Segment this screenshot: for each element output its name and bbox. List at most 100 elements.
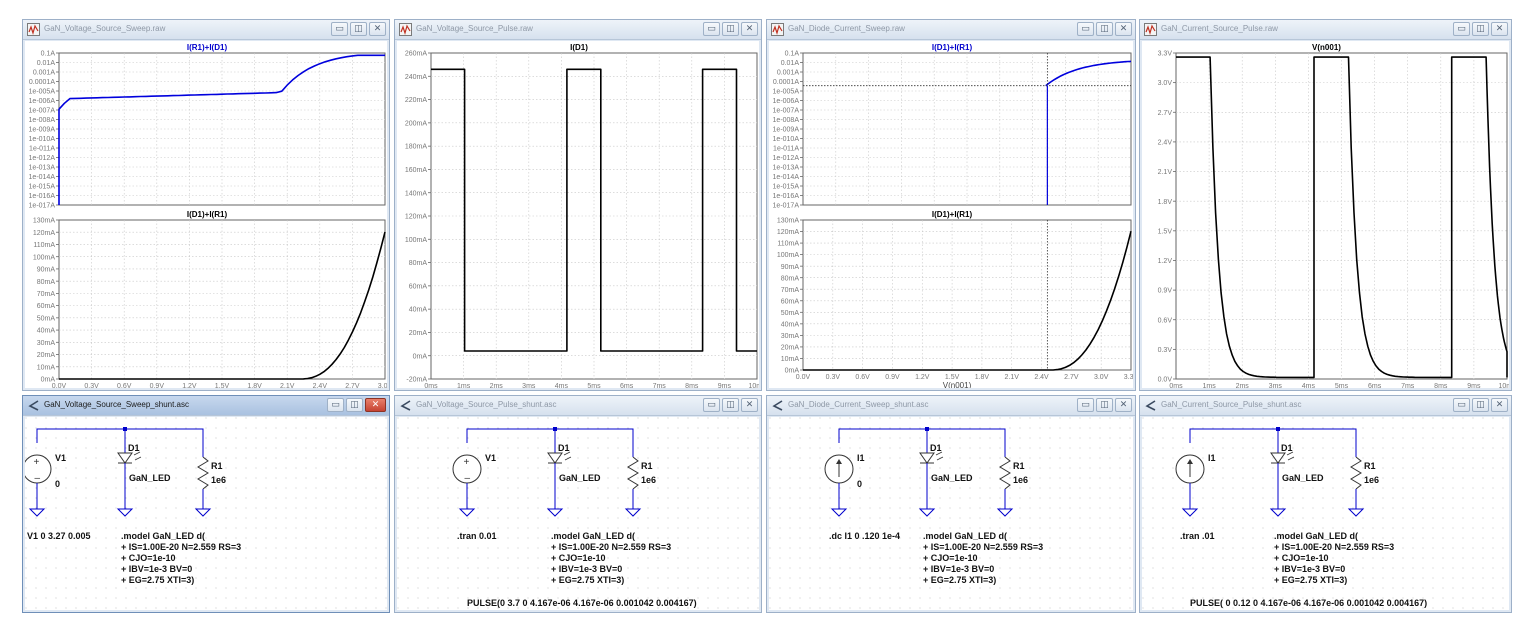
plot-canvas[interactable]: I(D1) 260mA 240mA 220mA 200mA 180mA 160mA 140mA…	[397, 41, 759, 388]
plot-area[interactable]	[802, 219, 1132, 371]
x-tick-label: 4ms	[555, 383, 569, 388]
minimize-button[interactable]: ▭	[1453, 22, 1470, 36]
restore-button[interactable]: ◫	[1472, 398, 1489, 412]
plot-canvas[interactable]: I(R1)+I(D1) 0.1A 0.01A 0.001A 0.0001A 1e-005A…	[25, 41, 387, 388]
x-tick-label: 0.0V	[52, 383, 67, 388]
y-tick-label: 200mA	[405, 120, 428, 127]
source-label: V1	[55, 453, 66, 463]
restore-button[interactable]: ◫	[722, 398, 739, 412]
plot-svg[interactable]: I(D1)+I(R1) 0.1A 0.01A 0.001A 0.0001A 1e-005A…	[769, 41, 1133, 388]
close-button[interactable]: ✕	[369, 22, 386, 36]
minimize-button[interactable]: ▭	[1077, 22, 1094, 36]
x-tick-label: 0.9V	[885, 374, 900, 381]
y-tick-label: 1e-014A	[29, 174, 56, 181]
current-source[interactable]	[1175, 454, 1205, 484]
close-button[interactable]: ✕	[1115, 22, 1132, 36]
minimize-button[interactable]: ▭	[327, 398, 344, 412]
schematic-svg[interactable]: I1 0 D1 GaN_LED R1 1e6 .dc I1 0 .120 1e-4 .mode…	[769, 417, 1133, 610]
y-tick-label: 100mA	[405, 237, 428, 244]
y-tick-label: 1e-005A	[773, 89, 800, 96]
y-tick-label: 240mA	[405, 74, 428, 81]
restore-button[interactable]: ◫	[1472, 22, 1489, 36]
plot-canvas[interactable]: V(n001) 3.3V 3.0V 2.7V 2.4V 2.1V 1.8V 1.5V 1.2V 0…	[1142, 41, 1509, 388]
restore-button[interactable]: ◫	[346, 398, 363, 412]
schematic-canvas[interactable]: + – V1 0 D1 GaN_LED R1 1e6 V1 0 3.27 0.005 .model…	[25, 417, 387, 610]
model-line: + IS=1.00E-20 N=2.559 RS=3	[1274, 542, 1394, 552]
close-button[interactable]: ✕	[1491, 22, 1508, 36]
schematic-canvas[interactable]: + – V1 D1 GaN_LED R1 1e6 .tran 0.01 .model GaN_L…	[397, 417, 759, 610]
waveform-window[interactable]: GaN_Voltage_Source_Sweep.raw ▭ ◫ ✕ I(R1)+I(D…	[22, 19, 390, 391]
restore-button[interactable]: ◫	[350, 22, 367, 36]
close-button[interactable]: ✕	[365, 398, 386, 412]
waveform-icon	[27, 23, 40, 36]
schematic-window[interactable]: GaN_Voltage_Source_Pulse_shunt.asc ▭ ◫ ✕ + – V…	[394, 395, 762, 613]
minimize-button[interactable]: ▭	[1453, 398, 1470, 412]
close-button[interactable]: ✕	[741, 398, 758, 412]
plot-pane[interactable]: I(R1)+I(D1) 0.1A 0.01A 0.001A 0.0001A 1e-005A…	[29, 43, 386, 210]
minimize-button[interactable]: ▭	[703, 398, 720, 412]
y-tick-label: 50mA	[781, 310, 800, 317]
y-tick-label: 1e-011A	[29, 146, 55, 153]
y-tick-label: 30mA	[37, 340, 56, 347]
x-tick-label: 1.2V	[182, 383, 197, 388]
y-tick-label: 0.0001A	[773, 79, 799, 86]
plot-pane[interactable]: I(D1) 260mA 240mA 220mA 200mA 180mA 160mA 140mA…	[405, 43, 759, 388]
plot-pane[interactable]: I(D1)+I(R1) 130mA 120mA 110mA 100mA 90mA 80mA 7…	[777, 210, 1133, 388]
schematic-window[interactable]: GaN_Voltage_Source_Sweep_shunt.asc ▭ ◫ ✕ + – V…	[22, 395, 390, 613]
close-button[interactable]: ✕	[741, 22, 758, 36]
plot-svg[interactable]: I(R1)+I(D1) 0.1A 0.01A 0.001A 0.0001A 1e-005A…	[25, 41, 387, 388]
close-button[interactable]: ✕	[1491, 398, 1508, 412]
diode-label: D1	[558, 443, 570, 453]
schematic-window[interactable]: GaN_Diode_Current_Sweep_shunt.asc ▭ ◫ ✕ I1 0 D…	[766, 395, 1136, 613]
title-bar[interactable]: GaN_Voltage_Source_Pulse_shunt.asc ▭ ◫ ✕	[395, 396, 761, 416]
minimize-button[interactable]: ▭	[331, 22, 348, 36]
schematic-window[interactable]: GaN_Current_Source_Pulse_shunt.asc ▭ ◫ ✕ I1 D…	[1139, 395, 1512, 613]
schematic-canvas[interactable]: I1 0 D1 GaN_LED R1 1e6 .dc I1 0 .120 1e-4 .mode…	[769, 417, 1133, 610]
plot-svg[interactable]: I(D1) 260mA 240mA 220mA 200mA 180mA 160mA 140mA…	[397, 41, 759, 388]
current-source[interactable]	[824, 454, 854, 484]
plot-pane[interactable]: I(D1)+I(R1) 130mA 120mA 110mA 100mA 90mA 80mA 7…	[33, 210, 387, 388]
title-bar[interactable]: GaN_Voltage_Source_Sweep.raw ▭ ◫ ✕	[23, 20, 389, 40]
minimize-button[interactable]: ▭	[703, 22, 720, 36]
schematic-svg[interactable]: I1 D1 GaN_LED R1 1e6 .tran .01 .model GaN_LED …	[1142, 417, 1509, 610]
plot-area[interactable]	[58, 219, 386, 380]
schematic-svg[interactable]: +–V1D1GaN_LEDR11e6.tran 0.01 .model GaN_L…	[397, 417, 759, 610]
restore-button[interactable]: ◫	[1096, 22, 1113, 36]
pulse-spec: PULSE( 0 0.12 0 4.167e-06 4.167e-06 0.00…	[1190, 598, 1427, 608]
minimize-button[interactable]: ▭	[1077, 398, 1094, 412]
title-bar[interactable]: GaN_Current_Source_Pulse.raw ▭ ◫ ✕	[1140, 20, 1511, 40]
title-bar[interactable]: GaN_Current_Source_Pulse_shunt.asc ▭ ◫ ✕	[1140, 396, 1511, 416]
y-tick-label: 1e-016A	[29, 193, 56, 200]
restore-button[interactable]: ◫	[1096, 398, 1113, 412]
title-bar[interactable]: GaN_Voltage_Source_Sweep_shunt.asc ▭ ◫ ✕	[23, 396, 389, 416]
title-bar[interactable]: GaN_Diode_Current_Sweep_shunt.asc ▭ ◫ ✕	[767, 396, 1135, 416]
schematic-svg[interactable]: + – V1 0 D1 GaN_LED R1 1e6 V1 0 3.27 0.005 .model…	[25, 417, 387, 610]
plot-svg[interactable]: V(n001) 3.3V 3.0V 2.7V 2.4V 2.1V 1.8V 1.5V 1.2V 0…	[1142, 41, 1509, 388]
y-tick-label: 1.8V	[1158, 199, 1173, 206]
y-tick-label: 100mA	[33, 254, 56, 261]
restore-button[interactable]: ◫	[722, 22, 739, 36]
y-tick-label: 130mA	[777, 218, 800, 225]
close-button[interactable]: ✕	[1115, 398, 1132, 412]
voltage-source[interactable]: +–	[452, 454, 482, 484]
waveform-window[interactable]: GaN_Current_Source_Pulse.raw ▭ ◫ ✕ V(n001) 3.…	[1139, 19, 1512, 391]
y-tick-label: 0.9V	[1158, 288, 1173, 295]
resistor-value: 1e6	[211, 475, 226, 485]
plot-pane[interactable]: V(n001) 3.3V 3.0V 2.7V 2.4V 2.1V 1.8V 1.5V 1.2V 0…	[1158, 43, 1509, 388]
waveform-icon	[771, 23, 784, 36]
source-label: I1	[857, 453, 865, 463]
x-tick-label: 2ms	[490, 383, 504, 388]
y-tick-label: 130mA	[33, 218, 56, 225]
waveform-window[interactable]: GaN_Diode_Current_Sweep.raw ▭ ◫ ✕ I(D1)+I(R1…	[766, 19, 1136, 391]
window-controls: ▭ ◫ ✕	[1077, 22, 1132, 36]
waveform-window[interactable]: GaN_Voltage_Source_Pulse.raw ▭ ◫ ✕ I(D1) 260m…	[394, 19, 762, 391]
title-bar[interactable]: GaN_Voltage_Source_Pulse.raw ▭ ◫ ✕	[395, 20, 761, 40]
schematic-canvas[interactable]: I1 D1 GaN_LED R1 1e6 .tran .01 .model GaN_LED …	[1142, 417, 1509, 610]
window-title: GaN_Voltage_Source_Pulse.raw	[416, 24, 533, 33]
title-bar[interactable]: GaN_Diode_Current_Sweep.raw ▭ ◫ ✕	[767, 20, 1135, 40]
plot-pane[interactable]: I(D1)+I(R1) 0.1A 0.01A 0.001A 0.0001A 1e-005A…	[773, 43, 1132, 210]
x-tick-label: 0.6V	[855, 374, 870, 381]
plot-canvas[interactable]: I(D1)+I(R1) 0.1A 0.01A 0.001A 0.0001A 1e-005A…	[769, 41, 1133, 388]
y-tick-label: 1e-009A	[29, 127, 56, 134]
y-tick-label: 40mA	[781, 321, 800, 328]
